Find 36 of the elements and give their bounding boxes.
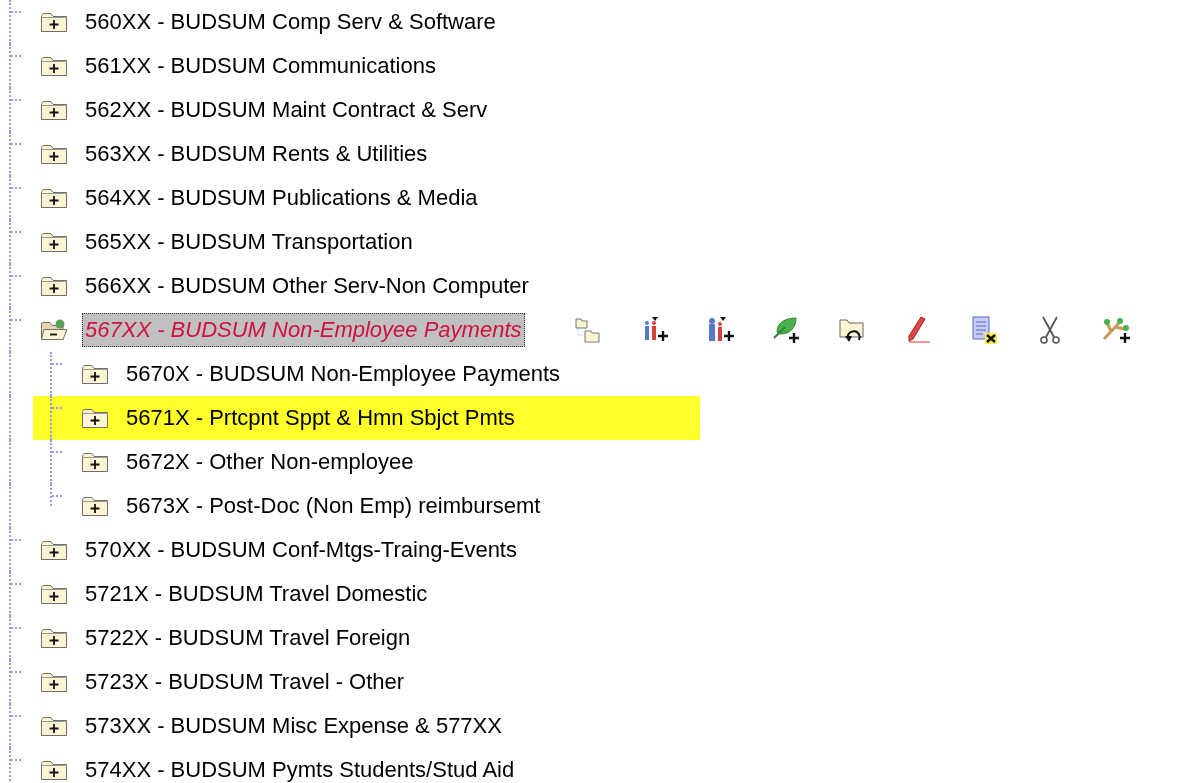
tree-item-label[interactable]: 561XX - BUDSUM Communications	[82, 49, 439, 83]
expand-folder-icon[interactable]	[40, 11, 68, 33]
tree-item-label[interactable]: 5671X - Prtcpnt Sppt & Hmn Sbjct Pmts	[123, 401, 518, 435]
expand-folder-icon[interactable]	[40, 583, 68, 605]
expand-folder-icon[interactable]	[81, 363, 109, 385]
expand-folder-icon[interactable]	[40, 231, 68, 253]
tree-item-label[interactable]: 5722X - BUDSUM Travel Foreign	[82, 621, 414, 655]
tree-item-label[interactable]: 5670X - BUDSUM Non-Employee Payments	[123, 357, 564, 391]
tree-item-label[interactable]: 5721X - BUDSUM Travel Domestic	[82, 577, 431, 611]
add-branch-icon[interactable]	[1100, 315, 1131, 345]
expand-folder-icon[interactable]	[81, 451, 109, 473]
tree-item-label[interactable]: 564XX - BUDSUM Publications & Media	[82, 181, 481, 215]
expand-folder-icon[interactable]	[40, 275, 68, 297]
tree-item-label[interactable]: 565XX - BUDSUM Transportation	[82, 225, 416, 259]
tree-item-label[interactable]: 563XX - BUDSUM Rents & Utilities	[82, 137, 431, 171]
tree-item-label[interactable]: 570XX - BUDSUM Conf-Mtgs-Traing-Events	[82, 533, 520, 567]
open-folder-icon[interactable]	[40, 319, 68, 341]
expand-folder-icon[interactable]	[81, 495, 109, 517]
tree-item-label[interactable]: 5672X - Other Non-employee	[123, 445, 417, 479]
expand-folder-icon[interactable]	[81, 407, 109, 429]
tree-item-label[interactable]: 5723X - BUDSUM Travel - Other	[82, 665, 408, 699]
expand-folder-icon[interactable]	[40, 55, 68, 77]
expand-folder-icon[interactable]	[40, 671, 68, 693]
expand-folder-icon[interactable]	[40, 627, 68, 649]
expand-folder-icon[interactable]	[40, 539, 68, 561]
expand-folder-icon[interactable]	[40, 759, 68, 781]
tree-item-label[interactable]: 5673X - Post-Doc (Non Emp) reimbursemt	[123, 489, 544, 523]
expand-folder-icon[interactable]	[40, 99, 68, 121]
tree-item-label[interactable]: 574XX - BUDSUM Pymts Students/Stud Aid	[82, 753, 518, 783]
tree-item-label[interactable]: 562XX - BUDSUM Maint Contract & Serv	[82, 93, 491, 127]
tree-item-label[interactable]: 573XX - BUDSUM Misc Expense & 577XX	[82, 709, 505, 743]
expand-folder-icon[interactable]	[40, 715, 68, 737]
expand-folder-icon[interactable]	[40, 143, 68, 165]
expand-folder-icon[interactable]	[40, 187, 68, 209]
tree-item-label[interactable]: 560XX - BUDSUM Comp Serv & Software	[82, 5, 499, 39]
tree-item-label[interactable]: 566XX - BUDSUM Other Serv-Non Computer	[82, 269, 532, 303]
